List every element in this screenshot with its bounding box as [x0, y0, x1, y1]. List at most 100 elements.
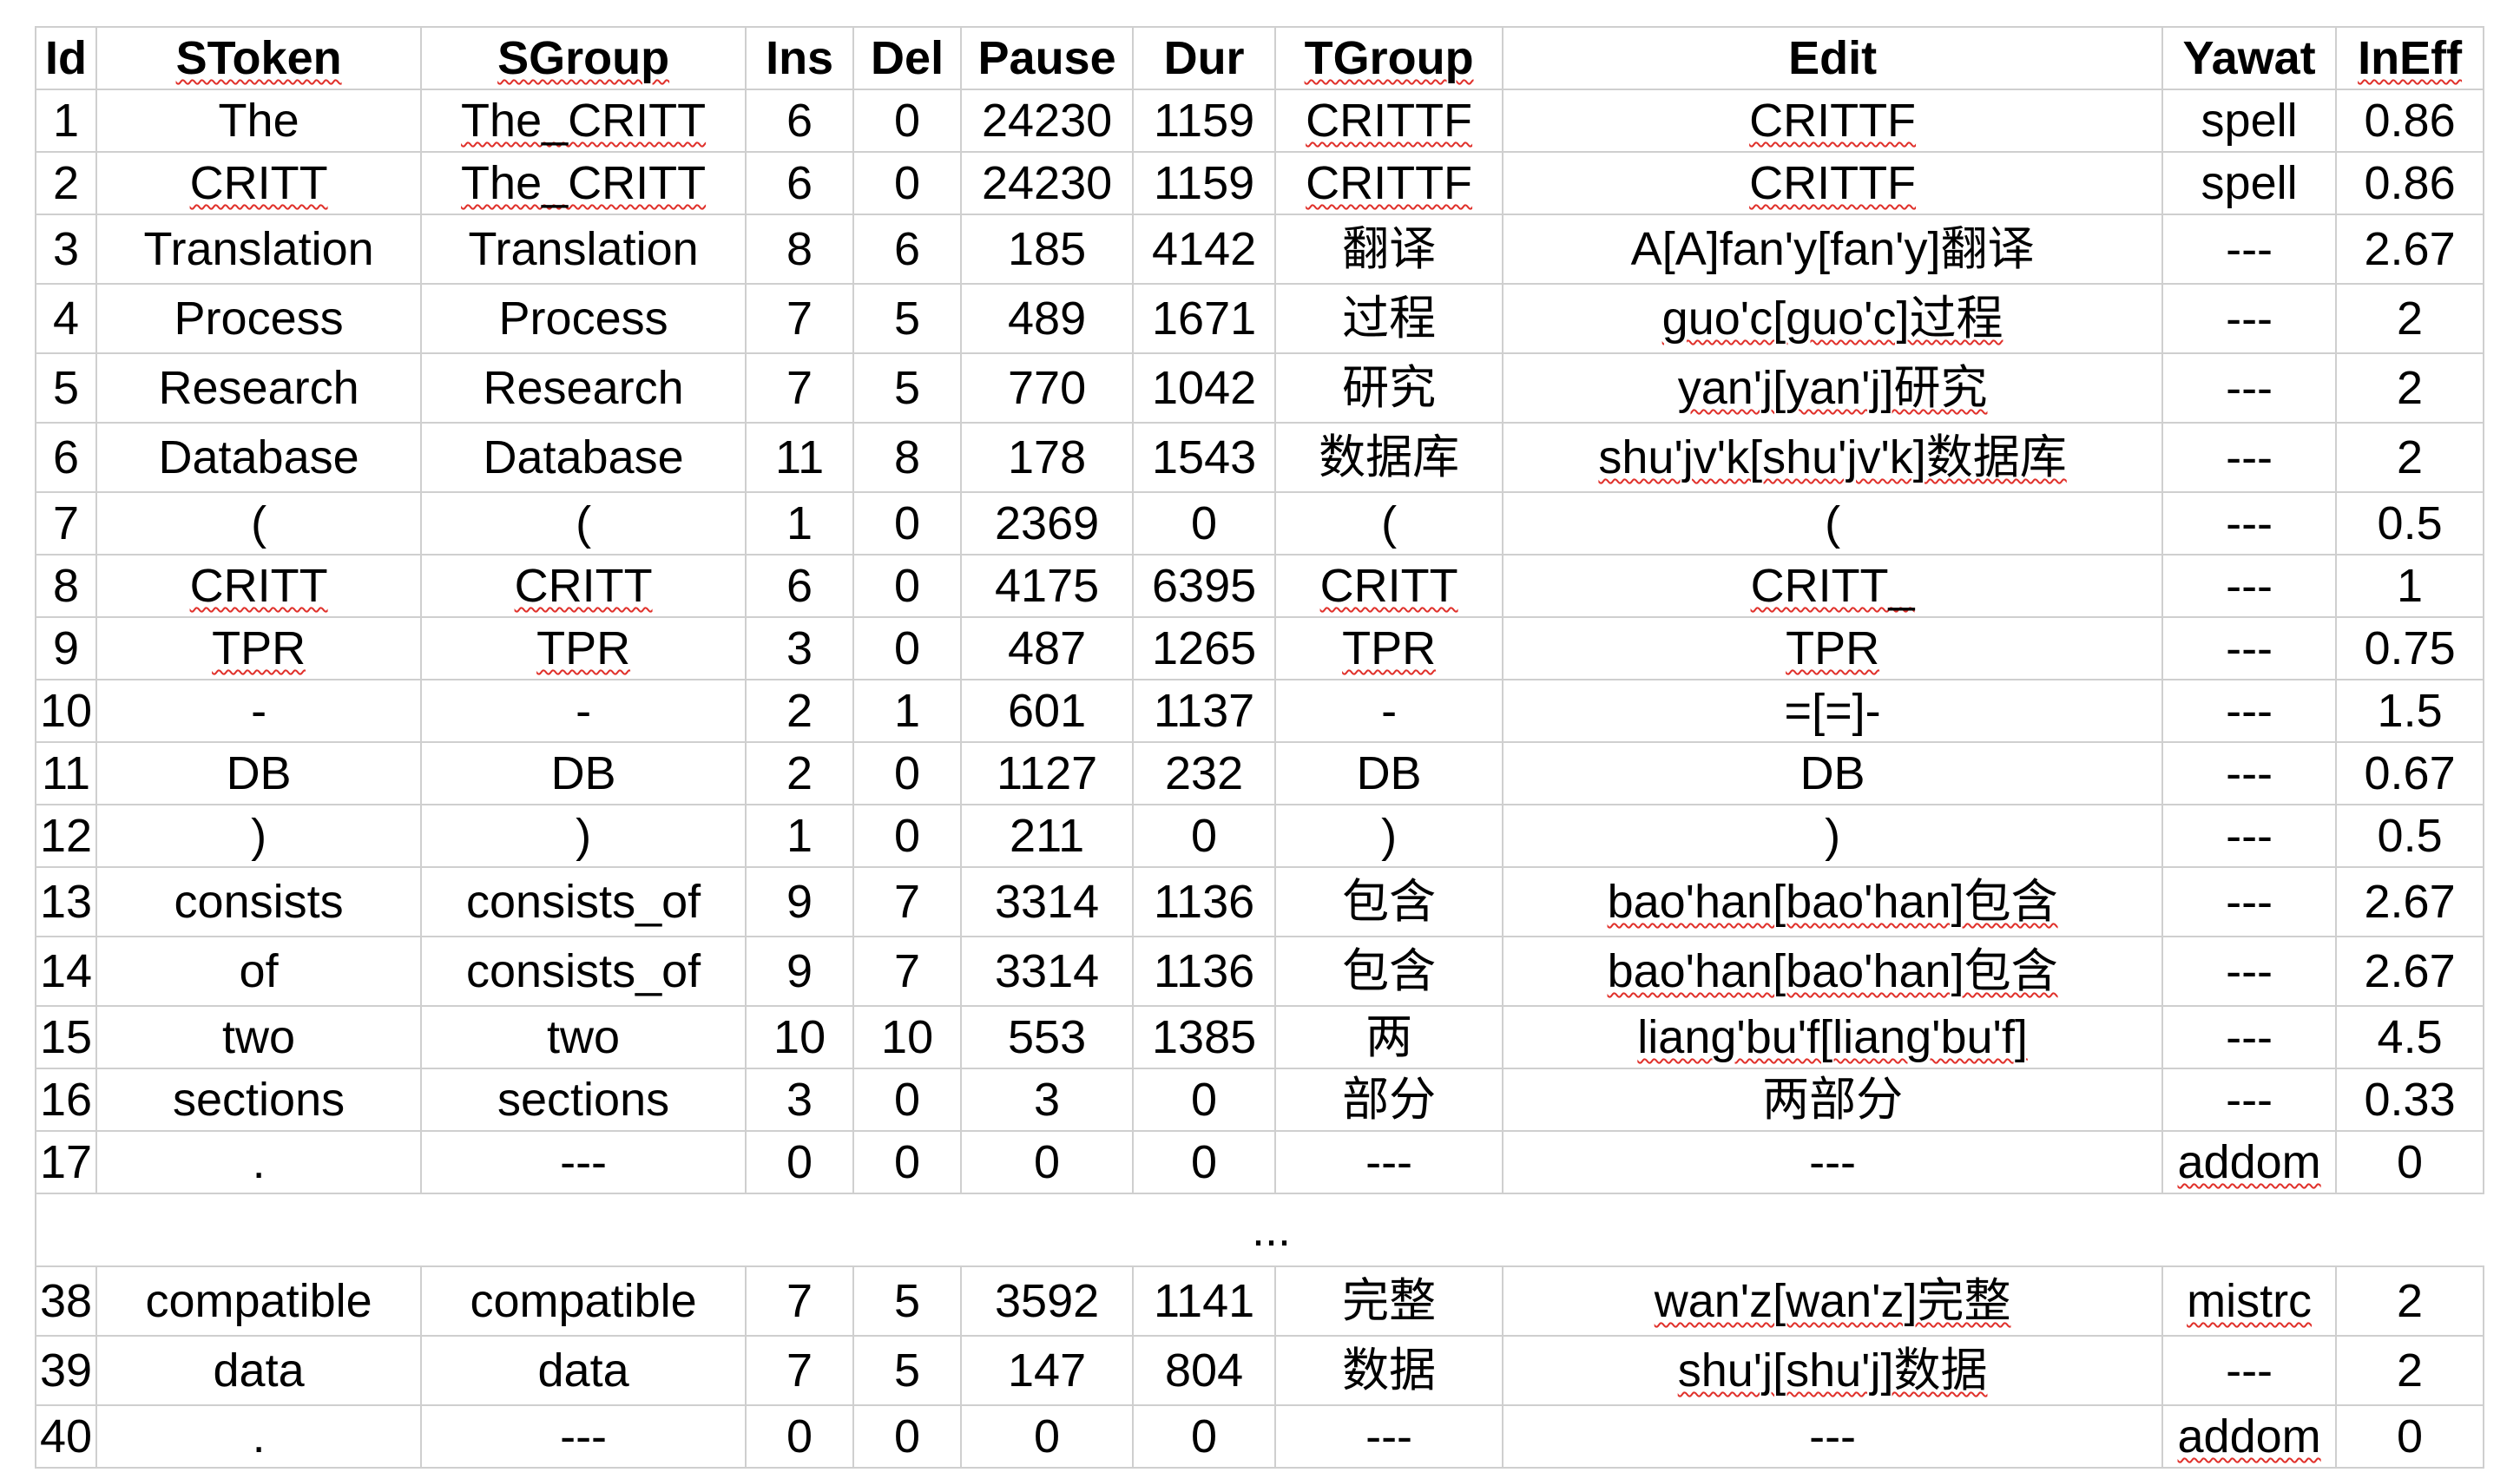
- cell-stoken[interactable]: Process: [95, 283, 423, 354]
- cell-ins[interactable]: 9: [745, 936, 855, 1007]
- cell-edit[interactable]: shu'j[shu'j]数据: [1502, 1335, 2164, 1406]
- cell-yawat[interactable]: ---: [2161, 1335, 2338, 1406]
- cell-yawat[interactable]: ---: [2161, 679, 2338, 743]
- cell-edit[interactable]: DB: [1502, 741, 2164, 805]
- cell-id[interactable]: 16: [34, 1068, 98, 1132]
- cell-yawat[interactable]: spell: [2161, 151, 2338, 215]
- cell-id[interactable]: 13: [34, 866, 98, 937]
- cell-dur[interactable]: 0: [1132, 491, 1277, 555]
- cell-stoken[interactable]: Translation: [95, 214, 423, 285]
- cell-tgroup[interactable]: 数据库: [1274, 422, 1504, 493]
- cell-edit[interactable]: CRITTF: [1502, 151, 2164, 215]
- cell-yawat[interactable]: ---: [2161, 214, 2338, 285]
- cell-id[interactable]: 10: [34, 679, 98, 743]
- cell-yawat[interactable]: ---: [2161, 554, 2338, 618]
- cell-yawat[interactable]: ---: [2161, 936, 2338, 1007]
- cell-ineff[interactable]: 0.75: [2335, 616, 2485, 680]
- cell-tgroup[interactable]: TPR: [1274, 616, 1504, 680]
- cell-dur[interactable]: 0: [1132, 1068, 1277, 1132]
- cell-tgroup[interactable]: CRITTF: [1274, 89, 1504, 153]
- cell-ins[interactable]: 1: [745, 491, 855, 555]
- cell-del[interactable]: 6: [852, 214, 963, 285]
- cell-edit[interactable]: 两部分: [1502, 1068, 2164, 1132]
- cell-id[interactable]: 11: [34, 741, 98, 805]
- cell-yawat[interactable]: addom: [2161, 1130, 2338, 1194]
- cell-tgroup[interactable]: 两: [1274, 1005, 1504, 1069]
- cell-stoken[interactable]: compatible: [95, 1265, 423, 1337]
- col-header-dur[interactable]: Dur: [1132, 26, 1277, 90]
- cell-stoken[interactable]: data: [95, 1335, 423, 1406]
- cell-dur[interactable]: 1385: [1132, 1005, 1277, 1069]
- cell-tgroup[interactable]: 包含: [1274, 866, 1504, 937]
- cell-del[interactable]: 0: [852, 151, 963, 215]
- cell-dur[interactable]: 1136: [1132, 936, 1277, 1007]
- cell-stoken[interactable]: -: [95, 679, 423, 743]
- cell-pause[interactable]: 489: [960, 283, 1135, 354]
- cell-yawat[interactable]: ---: [2161, 1068, 2338, 1132]
- cell-ins[interactable]: 0: [745, 1404, 855, 1469]
- cell-ineff[interactable]: 2: [2335, 283, 2485, 354]
- cell-pause[interactable]: 553: [960, 1005, 1135, 1069]
- cell-yawat[interactable]: ---: [2161, 422, 2338, 493]
- cell-tgroup[interactable]: 包含: [1274, 936, 1504, 1007]
- cell-ins[interactable]: 3: [745, 616, 855, 680]
- cell-pause[interactable]: 770: [960, 352, 1135, 424]
- cell-dur[interactable]: 1137: [1132, 679, 1277, 743]
- col-header-yawat[interactable]: Yawat: [2161, 26, 2338, 90]
- col-header-ineff[interactable]: InEff: [2335, 26, 2485, 90]
- cell-ins[interactable]: 1: [745, 804, 855, 868]
- cell-ins[interactable]: 7: [745, 283, 855, 354]
- cell-ins[interactable]: 11: [745, 422, 855, 493]
- cell-yawat[interactable]: ---: [2161, 491, 2338, 555]
- cell-edit[interactable]: yan'j[yan'j]研究: [1502, 352, 2164, 424]
- cell-stoken[interactable]: ): [95, 804, 423, 868]
- cell-tgroup[interactable]: (: [1274, 491, 1504, 555]
- cell-dur[interactable]: 232: [1132, 741, 1277, 805]
- cell-stoken[interactable]: consists: [95, 866, 423, 937]
- cell-ineff[interactable]: 4.5: [2335, 1005, 2485, 1069]
- cell-del[interactable]: 0: [852, 1068, 963, 1132]
- cell-id[interactable]: 15: [34, 1005, 98, 1069]
- cell-pause[interactable]: 4175: [960, 554, 1135, 618]
- cell-del[interactable]: 5: [852, 1335, 963, 1406]
- cell-pause[interactable]: 185: [960, 214, 1135, 285]
- cell-pause[interactable]: 211: [960, 804, 1135, 868]
- cell-dur[interactable]: 0: [1132, 1130, 1277, 1194]
- cell-dur[interactable]: 0: [1132, 1404, 1277, 1469]
- cell-id[interactable]: 5: [34, 352, 98, 424]
- cell-ineff[interactable]: 2.67: [2335, 936, 2485, 1007]
- cell-ins[interactable]: 7: [745, 1265, 855, 1337]
- cell-tgroup[interactable]: 翻译: [1274, 214, 1504, 285]
- cell-sgroup[interactable]: Translation: [420, 214, 747, 285]
- cell-pause[interactable]: 147: [960, 1335, 1135, 1406]
- cell-yawat[interactable]: ---: [2161, 616, 2338, 680]
- cell-dur[interactable]: 1141: [1132, 1265, 1277, 1337]
- cell-ins[interactable]: 9: [745, 866, 855, 937]
- cell-ineff[interactable]: 2: [2335, 422, 2485, 493]
- cell-ins[interactable]: 6: [745, 151, 855, 215]
- cell-tgroup[interactable]: 部分: [1274, 1068, 1504, 1132]
- cell-del[interactable]: 7: [852, 936, 963, 1007]
- cell-pause[interactable]: 178: [960, 422, 1135, 493]
- cell-edit[interactable]: =[=]-: [1502, 679, 2164, 743]
- cell-tgroup[interactable]: -: [1274, 679, 1504, 743]
- cell-del[interactable]: 0: [852, 804, 963, 868]
- cell-pause[interactable]: 3592: [960, 1265, 1135, 1337]
- cell-pause[interactable]: 601: [960, 679, 1135, 743]
- cell-ineff[interactable]: 2: [2335, 352, 2485, 424]
- cell-ins[interactable]: 6: [745, 554, 855, 618]
- cell-tgroup[interactable]: ---: [1274, 1404, 1504, 1469]
- cell-sgroup[interactable]: ---: [420, 1130, 747, 1194]
- cell-sgroup[interactable]: two: [420, 1005, 747, 1069]
- cell-edit[interactable]: ): [1502, 804, 2164, 868]
- cell-ineff[interactable]: 2: [2335, 1335, 2485, 1406]
- cell-stoken[interactable]: sections: [95, 1068, 423, 1132]
- cell-ineff[interactable]: 0: [2335, 1130, 2485, 1194]
- cell-pause[interactable]: 1127: [960, 741, 1135, 805]
- cell-ins[interactable]: 7: [745, 352, 855, 424]
- cell-yawat[interactable]: ---: [2161, 866, 2338, 937]
- cell-dur[interactable]: 804: [1132, 1335, 1277, 1406]
- cell-tgroup[interactable]: 研究: [1274, 352, 1504, 424]
- cell-ineff[interactable]: 2: [2335, 1265, 2485, 1337]
- cell-pause[interactable]: 24230: [960, 151, 1135, 215]
